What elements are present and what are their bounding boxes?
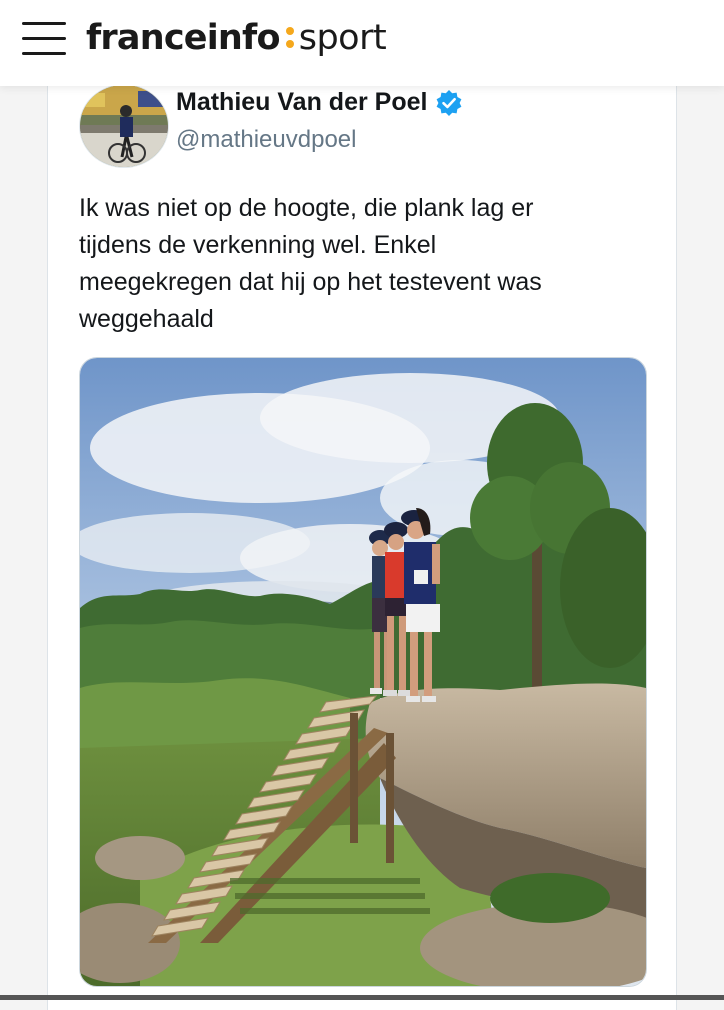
author-name-text: Mathieu Van der Poel (176, 88, 428, 116)
bottom-divider (0, 995, 724, 1000)
tweet-text-line: meegekregen dat hij op het testevent was (79, 268, 542, 296)
hamburger-menu-icon[interactable] (22, 22, 66, 56)
tweet-text-line: weggehaald (79, 305, 214, 333)
logo-section-text: sport (298, 18, 387, 58)
logo-brand-text: franceinfo (86, 18, 281, 58)
tweet-photo[interactable] (79, 357, 647, 987)
logo-colon-icon (284, 23, 296, 49)
site-logo[interactable]: franceinfo sport (86, 18, 387, 66)
author-name[interactable]: Mathieu Van der Poel (176, 88, 463, 117)
tweet-text: Ik was niet op de hoogte, die plank lag … (79, 190, 639, 338)
author-handle[interactable]: @mathieuvdpoel (176, 126, 356, 154)
verified-badge-icon (437, 89, 462, 116)
top-navigation-bar: franceinfo sport (0, 0, 724, 86)
author-avatar[interactable] (79, 84, 169, 168)
tweet-text-line: tijdens de verkenning wel. Enkel (79, 231, 437, 259)
tweet-text-line: Ik was niet op de hoogte, die plank lag … (79, 194, 534, 222)
